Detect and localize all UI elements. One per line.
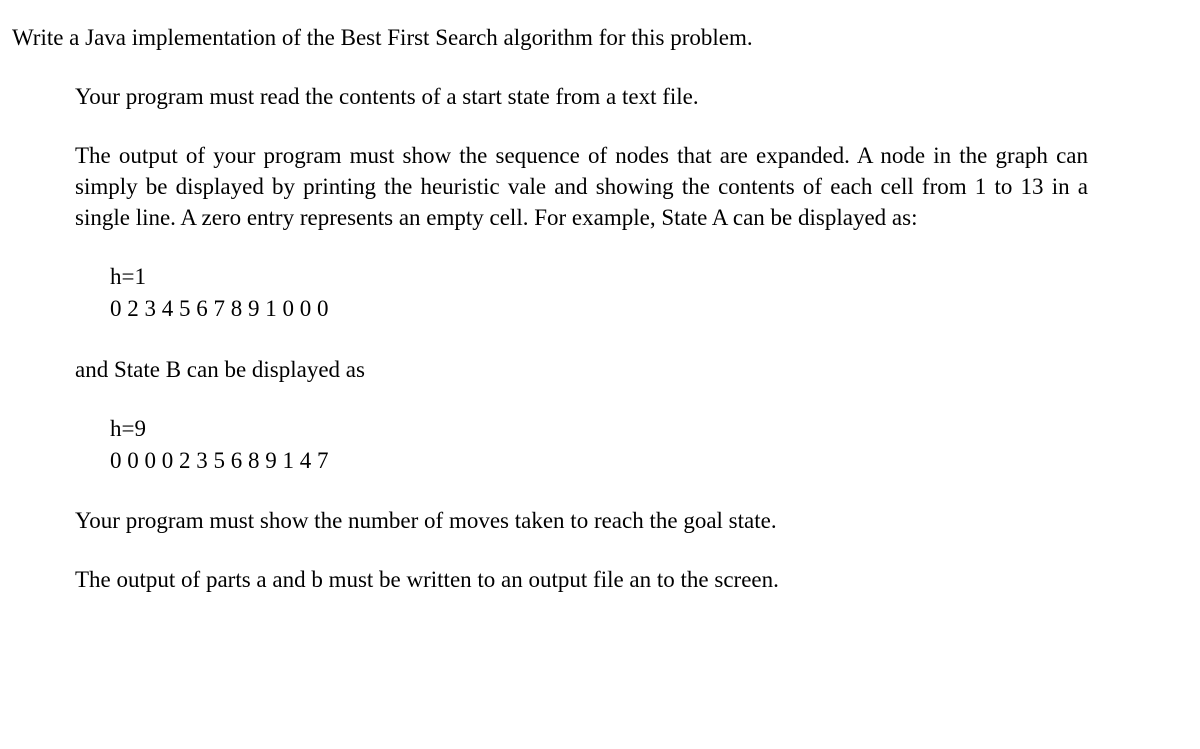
state-a-block: h=1 0 2 3 4 5 6 7 8 9 1 0 0 0 [110,261,1188,325]
state-a-h: h=1 [110,261,1188,293]
state-b-h: h=9 [110,413,1188,445]
paragraph-4: Your program must show the number of mov… [75,505,1088,536]
paragraph-3: and State B can be displayed as [75,354,1088,385]
state-b-block: h=9 0 0 0 0 2 3 5 6 8 9 1 4 7 [110,413,1188,477]
paragraph-5: The output of parts a and b must be writ… [75,564,1088,595]
state-a-cells: 0 2 3 4 5 6 7 8 9 1 0 0 0 [110,293,1188,325]
state-b-cells: 0 0 0 0 2 3 5 6 8 9 1 4 7 [110,445,1188,477]
title-text: Write a Java implementation of the Best … [12,22,1188,53]
paragraph-2: The output of your program must show the… [75,140,1088,233]
paragraph-1: Your program must read the contents of a… [75,81,1088,112]
